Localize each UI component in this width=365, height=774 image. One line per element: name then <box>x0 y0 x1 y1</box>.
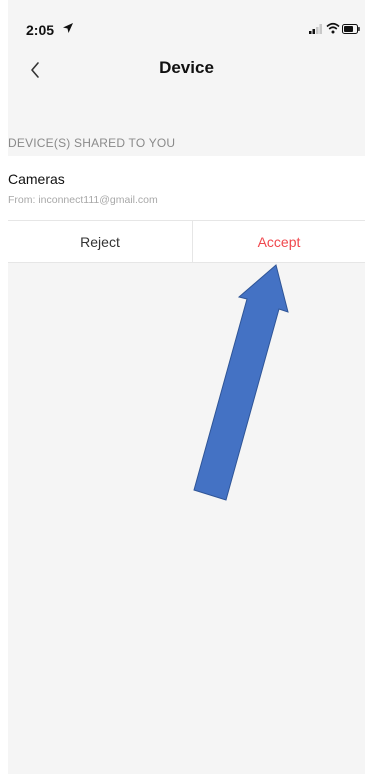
location-arrow-icon <box>63 23 73 33</box>
device-sender: From: inconnect111@gmail.com <box>8 194 158 206</box>
reject-button[interactable]: Reject <box>8 221 192 262</box>
battery-icon <box>342 24 360 34</box>
device-name: Cameras <box>8 171 65 187</box>
app-screen: 2:05 Device DEVICE(S) SHARED TO YOU Came… <box>8 0 365 774</box>
status-time: 2:05 <box>26 22 55 38</box>
section-header: DEVICE(S) SHARED TO YOU <box>8 136 176 150</box>
accept-button[interactable]: Accept <box>193 221 365 262</box>
shared-device-card: Cameras From: inconnect111@gmail.com Rej… <box>8 156 365 262</box>
signal-icon <box>309 24 322 34</box>
page-title: Device <box>159 58 214 77</box>
wifi-icon <box>326 22 340 34</box>
nav-bar: Device <box>8 48 365 92</box>
divider <box>8 262 365 263</box>
status-bar: 2:05 <box>8 0 365 44</box>
